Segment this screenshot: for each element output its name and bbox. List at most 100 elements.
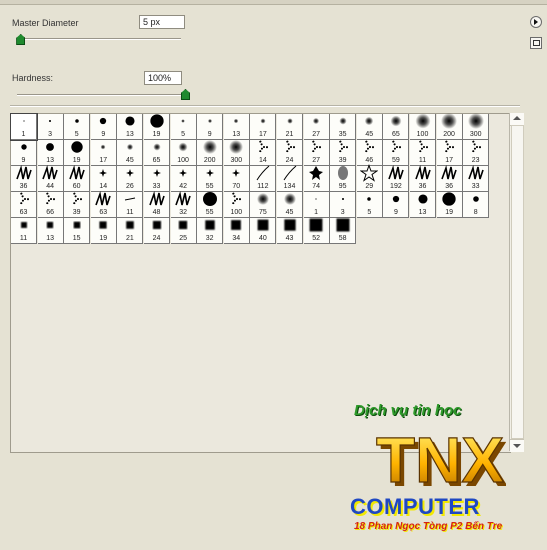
brush-preset-cell[interactable]: 63 [90,190,117,218]
brush-preset-cell[interactable]: 26 [117,166,144,192]
brush-preset-cell[interactable]: 17 [90,140,117,166]
brush-preset-cell[interactable]: 39 [64,192,91,218]
brush-preset-cell[interactable]: 43 [277,218,303,244]
brush-tip-icon [121,112,139,132]
brush-preset-cell[interactable]: 24 [277,140,303,166]
brush-preset-cell[interactable]: 300 [223,140,250,166]
brush-preset-cell[interactable]: 48 [144,190,170,218]
brush-preset-cell[interactable]: 33 [144,166,170,192]
brush-preset-cell[interactable]: 21 [277,114,303,140]
brush-preset-cell[interactable]: 1 [10,113,38,141]
brush-preset-cell[interactable]: 45 [356,114,383,140]
brush-preset-cell[interactable]: 19 [144,114,170,140]
scrollbar-thumb[interactable] [511,125,524,439]
brush-preset-cell[interactable]: 36 [436,164,463,192]
brush-preset-cell[interactable]: 200 [436,113,463,140]
brush-preset-cell[interactable]: 23 [463,140,490,166]
brush-preset-cell[interactable]: 55 [197,166,224,192]
brush-preset-cell[interactable]: 14 [90,166,117,192]
hardness-slider-thumb[interactable] [181,89,190,100]
brush-preset-cell[interactable]: 13 [117,112,144,140]
brush-preset-cell[interactable]: 3 [330,192,357,218]
brush-preset-cell[interactable]: 95 [330,166,357,192]
brush-preset-cell[interactable]: 27 [303,140,330,166]
brush-preset-cell[interactable]: 21 [117,216,144,244]
brush-preset-cell[interactable]: 25 [170,218,197,244]
brush-size-label: 29 [365,183,374,190]
brush-preset-cell[interactable]: 100 [170,140,197,166]
brush-preset-cell[interactable]: 5 [64,114,91,140]
brush-preset-cell[interactable]: 39 [330,140,357,166]
picker-scrollbar[interactable] [509,113,524,452]
brush-preset-cell[interactable]: 35 [330,114,357,140]
brush-tip-icon [121,216,139,236]
brush-preset-cell[interactable]: 11 [11,218,37,244]
brush-preset-cell[interactable]: 45 [277,192,303,218]
brush-preset-cell[interactable]: 9 [197,114,224,140]
brush-preset-cell[interactable]: 19 [90,218,117,244]
brush-preset-cell[interactable]: 36 [410,164,436,192]
brush-preset-cell[interactable]: 74 [303,166,330,192]
brush-preset-cell[interactable]: 33 [463,164,490,192]
brush-preset-cell[interactable]: 9 [383,192,410,218]
brush-preset-cell[interactable]: 13 [410,192,436,218]
brush-preset-cell[interactable]: 42 [170,166,197,192]
scroll-down-arrow-icon[interactable] [510,439,524,452]
brush-preset-cell[interactable]: 8 [463,192,490,218]
brush-preset-cell[interactable]: 34 [223,218,250,244]
brush-preset-cell[interactable]: 112 [250,165,277,192]
brush-preset-cell[interactable]: 63 [11,192,37,218]
brush-preset-cell[interactable]: 14 [250,140,277,166]
hardness-slider-track[interactable] [17,94,185,96]
master-diameter-slider-thumb[interactable] [16,34,26,45]
master-diameter-input[interactable]: 5 px [139,15,185,29]
brush-preset-cell[interactable]: 13 [37,140,64,166]
brush-preset-cell[interactable]: 36 [11,164,37,192]
brush-preset-cell[interactable]: 9 [90,114,117,140]
brush-preset-cell[interactable]: 27 [303,114,330,140]
brush-preset-cell[interactable]: 200 [197,140,224,166]
brush-preset-cell[interactable]: 19 [64,140,91,166]
brush-preset-cell[interactable]: 15 [64,218,91,244]
brush-preset-cell[interactable]: 9 [11,140,37,166]
brush-preset-cell[interactable]: 60 [64,164,91,192]
brush-preset-cell[interactable]: 29 [356,164,383,192]
brush-preset-cell[interactable]: 5 [356,192,383,218]
brush-preset-cell[interactable]: 13 [37,218,64,244]
brush-preset-cell[interactable]: 55 [197,192,224,218]
brush-preset-cell[interactable]: 17 [436,140,463,166]
brush-preset-cell[interactable]: 65 [383,114,410,140]
brush-preset-cell[interactable]: 52 [303,218,330,244]
brush-preset-cell[interactable]: 192 [383,164,410,192]
brush-preset-cell[interactable]: 300 [463,113,490,140]
brush-preset-cell[interactable]: 3 [37,114,64,140]
brush-preset-cell[interactable]: 66 [37,192,64,218]
brush-preset-cell[interactable]: 100 [223,192,250,218]
brush-preset-cell[interactable]: 32 [197,218,224,244]
brush-preset-cell[interactable]: 75 [250,192,277,218]
brush-preset-cell[interactable]: 40 [250,218,277,244]
brush-preset-cell[interactable]: 13 [223,114,250,140]
brush-preset-cell[interactable]: 58 [330,218,357,244]
brush-preset-cell[interactable]: 70 [223,166,250,192]
panel-menu-icon[interactable] [530,16,542,28]
brush-preset-cell[interactable]: 11 [410,140,436,166]
brush-preset-cell[interactable]: 1 [303,192,330,218]
hardness-input[interactable]: 100% [144,71,182,85]
brush-preset-cell[interactable]: 17 [250,114,277,140]
brush-preset-cell[interactable]: 19 [436,192,463,218]
brush-preset-cell[interactable]: 65 [144,140,170,166]
brush-preset-cell[interactable]: 24 [144,218,170,244]
brush-size-label: 32 [179,209,187,216]
brush-preset-cell[interactable]: 45 [117,140,144,166]
brush-preset-cell[interactable]: 44 [37,164,64,192]
brush-preset-cell[interactable]: 134 [277,165,303,192]
brush-preset-cell[interactable]: 46 [356,140,383,166]
brush-preset-cell[interactable]: 11 [117,192,144,218]
master-diameter-slider-track[interactable] [17,38,181,40]
brush-preset-cell[interactable]: 100 [410,113,436,140]
brush-preset-cell[interactable]: 32 [170,190,197,218]
brush-preset-cell[interactable]: 5 [170,114,197,140]
brush-preset-cell[interactable]: 59 [383,140,410,166]
new-preset-icon[interactable] [530,37,542,49]
